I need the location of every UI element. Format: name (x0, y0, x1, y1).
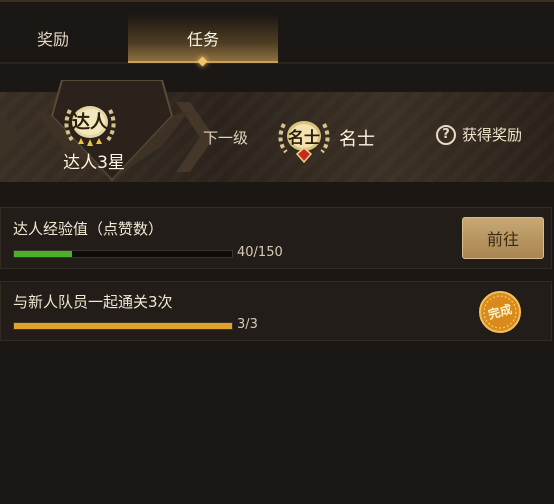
task-progress-text: 40/150 (237, 245, 283, 260)
reward-info-button[interactable]: ? 获得奖励 (436, 124, 522, 145)
task-progress-bar (13, 250, 233, 258)
top-divider (0, 0, 554, 2)
tab-bar: 奖励 任务 (0, 14, 554, 67)
go-button[interactable]: 前往 (462, 217, 544, 259)
task-progress-fill (14, 323, 232, 329)
next-level-name: 名士 (339, 129, 375, 150)
task-title: 与新人队员一起通关3次 (13, 293, 173, 311)
task-progress-text: 3/3 (237, 317, 258, 332)
tab-rewards[interactable]: 奖励 (0, 14, 128, 62)
task-progress-bar (13, 322, 233, 330)
tab-tasks[interactable]: 任务 (128, 14, 278, 62)
reward-info-label: 获得奖励 (462, 126, 523, 144)
tab-tasks-label: 任务 (186, 30, 219, 49)
task-progress-fill (14, 251, 73, 257)
rank-badge-text: 达人 (72, 112, 108, 133)
tab-rewards-label: 奖励 (36, 30, 69, 49)
task-title: 达人经验值（点赞数） (13, 220, 164, 238)
task-row: 与新人队员一起通关3次 3/3 (0, 281, 552, 341)
next-level-badge-text: 名士 (287, 128, 320, 147)
rank-title: 达人3星 (63, 153, 125, 173)
question-icon: ? (436, 124, 456, 145)
next-level-label: 下一级 (203, 129, 249, 147)
